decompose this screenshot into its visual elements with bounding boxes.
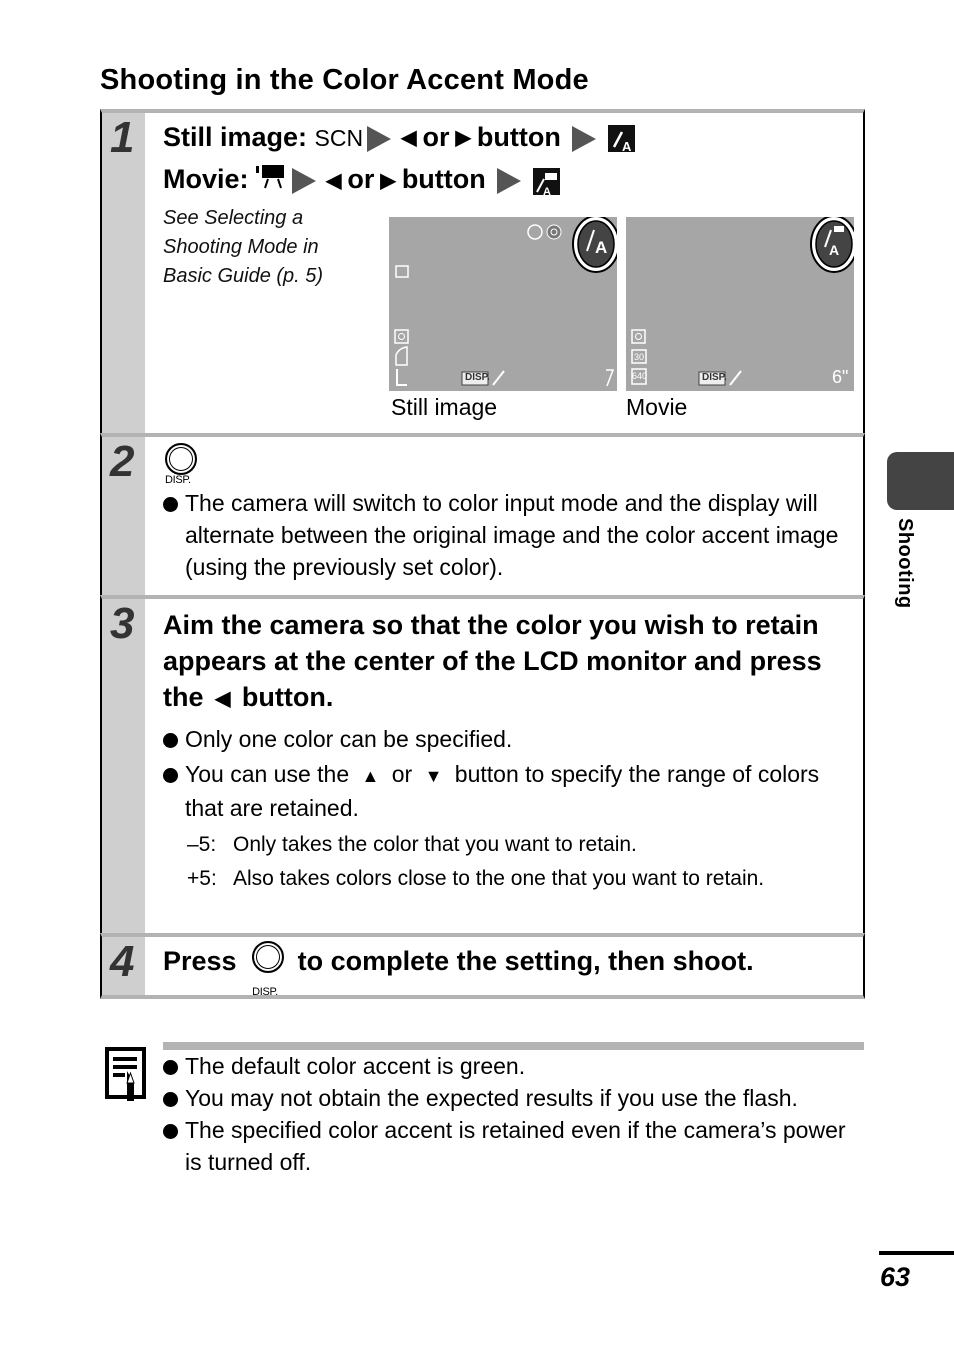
- heading-text: button.: [241, 682, 334, 712]
- bullet-item: You can use the ▲︎ or ▼︎ button to speci…: [163, 758, 851, 824]
- down-button-icon: ▼︎: [424, 765, 443, 786]
- step-2: 2 DISP. The camera will switch to color …: [100, 433, 865, 595]
- notes-divider: [163, 1042, 864, 1050]
- arrow-right-icon: [497, 168, 522, 195]
- lcd-caption-movie: Movie: [626, 394, 688, 420]
- lcd-frame-rate: 30: [634, 352, 645, 362]
- lcd-mode-badge: A: [572, 215, 620, 273]
- svg-text:A: A: [622, 139, 632, 154]
- color-accent-mode-icon: A: [607, 125, 635, 154]
- movie-color-accent-icon: A: [532, 167, 560, 198]
- movie-label: Movie:: [163, 164, 249, 195]
- button-text: button: [476, 122, 561, 152]
- disp-circle: [165, 443, 197, 475]
- step-number-column: 2: [102, 437, 145, 595]
- step-number-column: 1: [102, 113, 145, 433]
- bullet-item: Only one color can be specified.: [163, 723, 851, 755]
- step-number-column: 3: [102, 599, 145, 933]
- note-item: The default color accent is green.: [163, 1050, 873, 1082]
- bullet-text: You can use the: [185, 760, 350, 787]
- range-item: –5: Only takes the color that you want to…: [187, 830, 851, 860]
- note-item: The specified color accent is retained e…: [163, 1114, 865, 1178]
- reference-line: See Selecting a: [163, 206, 304, 229]
- or-text: or: [422, 122, 450, 152]
- left-button-icon: ◀︎: [326, 169, 342, 192]
- up-button-icon: ▲︎: [361, 765, 380, 786]
- step-3: 3 Aim the camera so that the color you w…: [100, 595, 865, 933]
- lcd-disp-label: DISP.: [702, 372, 727, 383]
- step-4-text: Press DISP. to complete the setting, the…: [163, 941, 851, 998]
- reference-line: Shooting Mode in: [163, 235, 319, 258]
- left-button-icon: ◀︎: [215, 687, 231, 710]
- step-number: 3: [110, 599, 135, 648]
- svg-text:A: A: [543, 186, 551, 197]
- still-image-instruction: Still image: SCN ◀︎ or ▶︎ button A: [163, 117, 851, 159]
- disp-button-icon: DISP.: [250, 941, 285, 998]
- page-number: 63: [880, 1262, 911, 1292]
- range-text: Also takes colors close to the one that …: [233, 866, 765, 890]
- left-button-icon: ◀︎: [401, 127, 417, 150]
- reference-line: Basic Guide (p. 5): [163, 264, 324, 287]
- disp-label: DISP.: [165, 474, 191, 486]
- still-image-label: Still image:: [163, 122, 308, 152]
- step-4: 4 Press DISP. to complete the setting, t…: [100, 933, 865, 999]
- step-text: Press: [163, 946, 237, 977]
- lcd-screen-movie: A 30 640 DISP. 6": [626, 215, 858, 391]
- step-text: to complete the setting, then shoot.: [297, 946, 754, 977]
- notes-list: The default color accent is green. You m…: [163, 1050, 873, 1178]
- disp-label: DISP.: [252, 986, 278, 998]
- button-text: button: [401, 164, 486, 195]
- lcd-disp-label: DISP.: [465, 372, 490, 383]
- lcd-resolution: 640: [632, 371, 648, 381]
- step-number: 4: [110, 937, 135, 986]
- lcd-caption-still: Still image: [391, 394, 498, 420]
- note-memo-icon: [105, 1047, 146, 1101]
- step-number-column: 4: [102, 937, 145, 995]
- steps-table: 1 Still image: SCN ◀︎ or ▶︎ button A Movie: …: [100, 109, 865, 999]
- disp-button-icon: DISP.: [163, 443, 197, 487]
- range-text: Only takes the color that you want to re…: [233, 832, 637, 856]
- arrow-right-icon: [292, 168, 317, 195]
- lcd-time-remaining: 6": [832, 367, 849, 387]
- movie-mode-icon: [256, 161, 288, 202]
- step-number: 2: [110, 437, 135, 486]
- or-text: or: [347, 164, 375, 195]
- page-number-rule: [879, 1251, 954, 1255]
- range-key: –5:: [187, 832, 217, 856]
- movie-instruction: Movie: ◀︎ or ▶︎ button A: [163, 159, 851, 201]
- section-tab: [887, 452, 954, 510]
- svg-text:A: A: [829, 242, 839, 258]
- page-title: Shooting in the Color Accent Mode: [100, 64, 589, 96]
- step-1: 1 Still image: SCN ◀︎ or ▶︎ button A Movie: …: [100, 109, 865, 433]
- section-tab-label: Shooting: [894, 518, 916, 609]
- svg-text:A: A: [595, 238, 607, 257]
- lcd-screen-still: A DISP.: [389, 215, 620, 391]
- right-button-icon: ▶︎: [455, 127, 471, 150]
- bullet-item: The camera will switch to color input mo…: [163, 487, 851, 583]
- range-key: +5:: [187, 866, 217, 890]
- range-list: –5: Only takes the color that you want to…: [163, 830, 851, 894]
- step-3-heading: Aim the camera so that the color you wis…: [163, 607, 851, 717]
- lcd-mode-badge: A: [810, 215, 858, 273]
- scn-mode-icon: SCN: [314, 125, 364, 151]
- bullet-text: or: [391, 760, 413, 787]
- range-item: +5: Also takes colors close to the one th…: [187, 864, 851, 894]
- reference-note: See Selecting a Shooting Mode in Basic G…: [163, 204, 383, 291]
- right-button-icon: ▶︎: [380, 169, 396, 192]
- arrow-right-icon: [572, 125, 597, 152]
- disp-circle: [252, 941, 285, 973]
- note-item: You may not obtain the expected results …: [163, 1082, 873, 1114]
- step-number: 1: [110, 113, 135, 162]
- arrow-right-icon: [367, 125, 392, 152]
